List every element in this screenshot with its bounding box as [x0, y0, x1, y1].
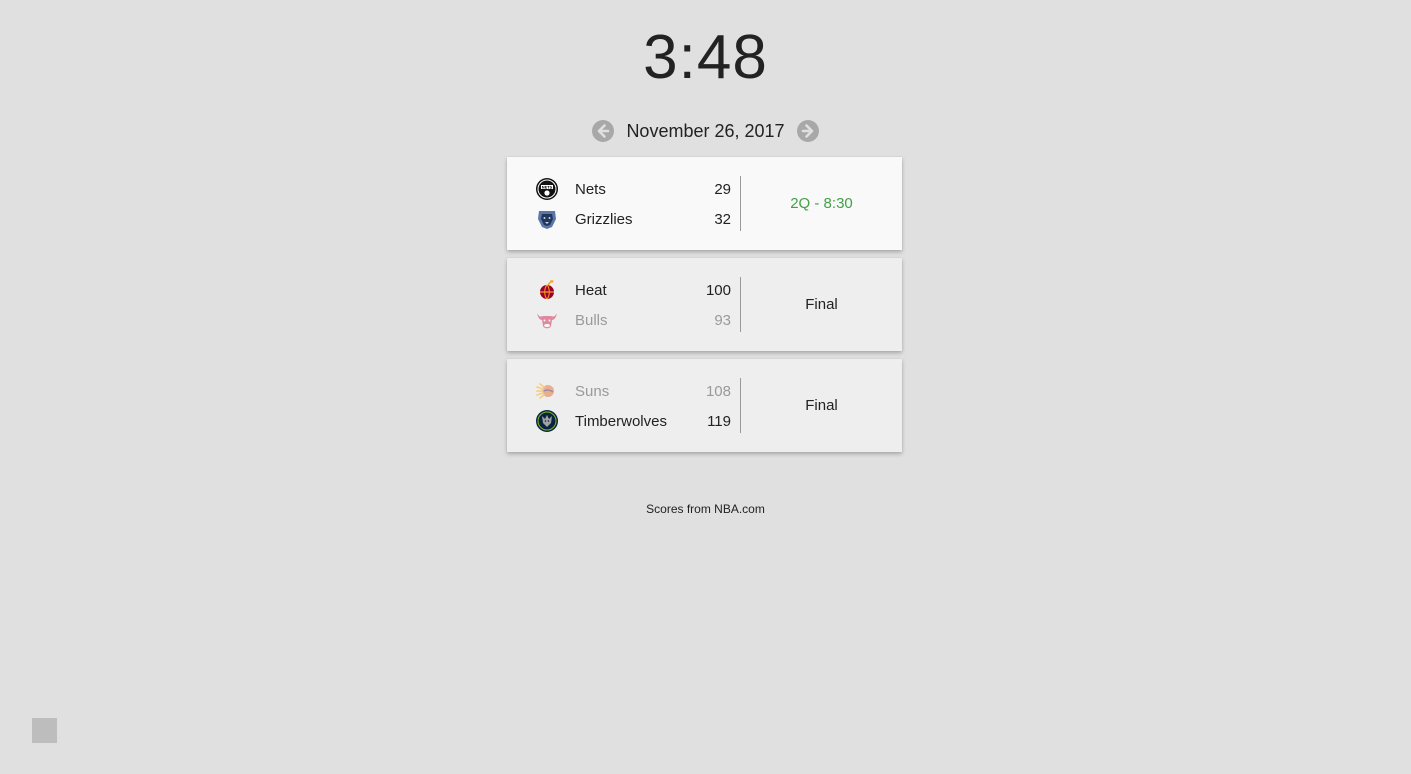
heat-logo-icon [540, 280, 554, 300]
team-score: 93 [714, 311, 731, 329]
team-score: 29 [714, 180, 731, 198]
away-team-row: Suns 108 [535, 379, 731, 403]
away-team-row: NETS Nets 29 [535, 177, 731, 201]
team-score: 108 [705, 382, 731, 400]
team-score: 32 [714, 210, 731, 228]
team-name: Suns [575, 382, 610, 400]
games-list: NETS Nets 29 Grizzlies 32 2Q - 8:30 Heat… [507, 157, 902, 460]
corner-widget[interactable] [32, 718, 57, 743]
away-team-row: Heat 100 [535, 278, 731, 302]
svg-text:NETS: NETS [542, 185, 553, 189]
team-name: Grizzlies [575, 210, 633, 228]
nets-logo-icon: NETS [536, 178, 558, 200]
home-team-row: Bulls 93 [535, 308, 731, 332]
bulls-logo-icon [537, 313, 557, 329]
timberwolves-logo-icon [536, 410, 558, 432]
team-score: 119 [707, 412, 731, 430]
game-status: Final [805, 296, 838, 313]
game-status: Final [805, 397, 838, 414]
current-date: November 26, 2017 [626, 120, 785, 141]
arrow-right-circle-icon [801, 124, 813, 138]
home-team-row: Grizzlies 32 [535, 207, 731, 231]
team-name: Nets [575, 180, 606, 198]
suns-logo-icon [536, 383, 554, 399]
team-name: Bulls [575, 311, 608, 329]
date-navigation: November 26, 2017 [0, 120, 1411, 142]
previous-day-button[interactable] [592, 120, 615, 142]
team-name: Timberwolves [575, 412, 667, 430]
game-card[interactable]: Suns 108 Timberwolves 119 Final [507, 359, 902, 452]
game-status: 2Q - 8:30 [790, 195, 853, 212]
team-name: Heat [575, 281, 607, 299]
scores-credit: Scores from NBA.com [646, 502, 765, 516]
clock-time: 3:48 [643, 23, 768, 92]
home-team-row: Timberwolves 119 [535, 409, 731, 433]
team-score: 100 [705, 281, 731, 299]
arrow-left-circle-icon [598, 124, 610, 138]
grizzlies-logo-icon [538, 211, 556, 229]
game-card[interactable]: Heat 100 Bulls 93 Final [507, 258, 902, 351]
game-card[interactable]: NETS Nets 29 Grizzlies 32 2Q - 8:30 [507, 157, 902, 250]
next-day-button[interactable] [796, 120, 819, 142]
